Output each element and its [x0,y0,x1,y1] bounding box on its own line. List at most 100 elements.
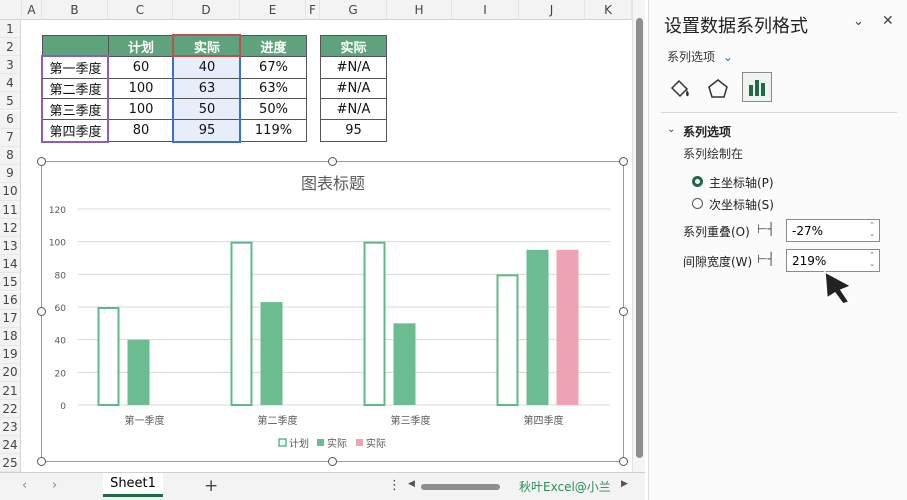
row-header[interactable]: 19 [0,345,21,364]
row-header[interactable]: 8 [0,146,21,165]
table-cell[interactable]: #N/A [320,56,387,79]
column-header[interactable]: D [173,0,240,20]
table-cell[interactable]: #N/A [320,78,387,99]
table-cell[interactable]: 63% [240,78,307,99]
row-header[interactable]: 17 [0,309,21,328]
column-header[interactable]: J [519,0,585,20]
table-cell[interactable]: 100 [108,98,174,120]
row-header[interactable]: 7 [0,128,21,147]
table-cell[interactable]: 第三季度 [42,98,109,120]
vertical-scroll-thumb[interactable] [636,18,643,458]
table-header-cell[interactable]: 计划 [108,35,174,57]
row-header[interactable]: 15 [0,273,21,292]
table-cell[interactable]: 50% [240,98,307,120]
row-header[interactable]: 11 [0,201,21,220]
gap-width-spin-buttons[interactable]: ⌃ ⌄ [867,251,877,270]
row-header[interactable]: 20 [0,363,21,382]
section-title[interactable]: 系列选项 [683,123,731,140]
series-options-dropdown[interactable]: 系列选项 ⌄ [667,48,733,65]
table-header-cell[interactable]: 实际 [320,35,387,57]
gap-slider-icon[interactable]: ⊢┤ [757,252,775,266]
series-options-tab[interactable] [742,72,772,102]
row-header[interactable]: 18 [0,327,21,346]
column-header[interactable]: F [306,0,320,20]
column-header[interactable]: B [42,0,108,20]
row-header[interactable]: 1 [0,20,21,39]
table-cell[interactable]: 50 [173,98,241,120]
table-cell[interactable]: 40 [173,56,241,79]
vertical-scrollbar[interactable] [632,0,645,472]
more-icon[interactable]: ⋮ [388,478,401,493]
row-header[interactable]: 4 [0,74,21,93]
primary-axis-radio[interactable] [692,176,703,187]
table-header-cell[interactable]: 进度 [240,35,307,57]
column-header[interactable]: K [585,0,632,20]
row-header[interactable]: 14 [0,255,21,274]
table-cell[interactable]: #N/A [320,98,387,120]
table-cell[interactable]: 第四季度 [42,119,109,142]
resize-handle-br[interactable] [619,457,628,466]
resize-handle-tl[interactable] [37,157,46,166]
tab-sheet1[interactable]: Sheet1 [103,473,163,497]
row-header[interactable]: 16 [0,291,21,310]
resize-handle-r[interactable] [619,307,628,316]
row-header[interactable]: 9 [0,164,21,183]
row-header[interactable]: 25 [0,454,21,472]
pane-close-icon[interactable]: ✕ [882,13,894,29]
table-header-cell[interactable] [42,35,109,57]
horizontal-scroll-thumb[interactable] [421,484,500,490]
worksheet[interactable]: ABCDEFGHIJK 1 2 3 4 5 6 7 8 9 10 11 12 13 14 15 16 17 18 1… [0,0,632,472]
row-header[interactable]: 12 [0,219,21,238]
primary-axis-label[interactable]: 主坐标轴(P) [709,174,774,191]
column-header[interactable]: G [320,0,387,20]
row-header[interactable]: 21 [0,382,21,401]
select-all-corner[interactable] [0,0,22,20]
row-header[interactable]: 22 [0,400,21,419]
table-cell[interactable]: 第一季度 [42,56,109,79]
table-cell[interactable]: 119% [240,119,307,142]
table-cell[interactable]: 95 [320,119,387,142]
row-header[interactable]: 23 [0,418,21,437]
tab-scroll-left-icon[interactable]: ‹ [22,478,27,493]
row-header[interactable]: 10 [0,182,21,201]
table-cell[interactable]: 100 [108,78,174,99]
row-header[interactable]: 5 [0,92,21,111]
column-header[interactable]: C [108,0,173,20]
fill-line-tab[interactable] [667,76,693,102]
column-header[interactable]: I [452,0,519,20]
resize-handle-b[interactable] [328,457,337,466]
bar-chart[interactable]: 图表标题 0 20 40 60 80 100 120 第一季度 第二季度 第三季度 第四季度计划 实际 实… [42,162,625,463]
resize-handle-t[interactable] [328,157,337,166]
resize-handle-bl[interactable] [37,457,46,466]
table-cell[interactable]: 第二季度 [42,78,109,99]
row-header[interactable]: 3 [0,56,21,75]
table-cell[interactable]: 95 [173,119,241,142]
table-cell[interactable]: 67% [240,56,307,79]
table-cell[interactable]: 60 [108,56,174,79]
resize-handle-tr[interactable] [619,157,628,166]
overlap-slider-icon[interactable]: ⊢┤ [757,222,775,236]
table-header-cell[interactable]: 实际 [173,35,241,57]
tab-scroll-right-icon[interactable]: › [52,478,57,493]
column-header[interactable]: A [22,0,42,20]
hscroll-left-icon[interactable]: ◀ [408,479,415,489]
row-header[interactable]: 13 [0,237,21,256]
row-header[interactable]: 2 [0,38,21,57]
chart-area[interactable]: 图表标题 0 20 40 60 80 100 120 第一季度 第二季度 第三季度 第四季度 计划 实际 实… [41,161,624,462]
table-cell[interactable]: 80 [108,119,174,142]
column-header[interactable]: E [240,0,306,20]
table-cell[interactable]: 63 [173,78,241,99]
effects-tab[interactable] [705,76,731,102]
add-sheet-button[interactable]: + [204,476,218,496]
column-header[interactable]: H [387,0,452,20]
overlap-spin-buttons[interactable]: ⌃ ⌄ [867,221,877,240]
row-header[interactable]: 24 [0,436,21,455]
row-header[interactable]: 6 [0,110,21,129]
overlap-spinner[interactable]: -27% ⌃ ⌄ [786,219,880,242]
secondary-axis-label[interactable]: 次坐标轴(S) [709,196,774,213]
pane-collapse-icon[interactable]: ⌄ [853,14,864,29]
resize-handle-l[interactable] [37,307,46,316]
section-collapse-icon[interactable]: ⌄ [667,124,675,135]
secondary-axis-radio[interactable] [692,198,703,209]
hscroll-right-icon[interactable]: ▶ [621,479,628,489]
